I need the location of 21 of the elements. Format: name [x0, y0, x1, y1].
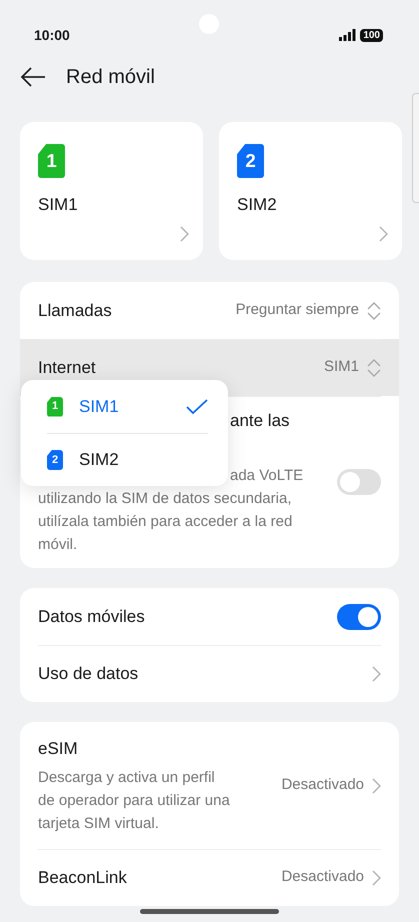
- status-time: 10:00: [34, 26, 70, 44]
- setting-label: eSIM: [38, 739, 78, 758]
- setting-description: Descarga y activa un perfil de operador para utilizar una tarjeta SIM virtual.: [38, 768, 230, 834]
- sim-icon: 2: [47, 450, 63, 470]
- setting-label: BeaconLink: [38, 868, 127, 886]
- setting-label: Datos móviles: [38, 606, 145, 626]
- setting-label: Llamadas: [38, 300, 112, 320]
- sim-icon: 2: [237, 144, 264, 178]
- setting-value: Preguntar siempre: [236, 300, 359, 320]
- setting-label: ante las: [230, 411, 290, 430]
- battery-indicator: 100: [360, 28, 383, 42]
- sim-icon: 1: [47, 396, 63, 416]
- page-title: Red móvil: [66, 65, 155, 89]
- sim-label: SIM1: [38, 195, 78, 214]
- sim-label: SIM2: [237, 195, 277, 214]
- setting-value: SIM1: [324, 357, 359, 378]
- setting-label: Uso de datos: [38, 664, 138, 682]
- setting-value: Desactivado: [281, 867, 364, 888]
- setting-value: Desactivado: [281, 775, 364, 796]
- setting-label: Internet: [38, 358, 96, 376]
- sim-icon: 1: [38, 144, 66, 178]
